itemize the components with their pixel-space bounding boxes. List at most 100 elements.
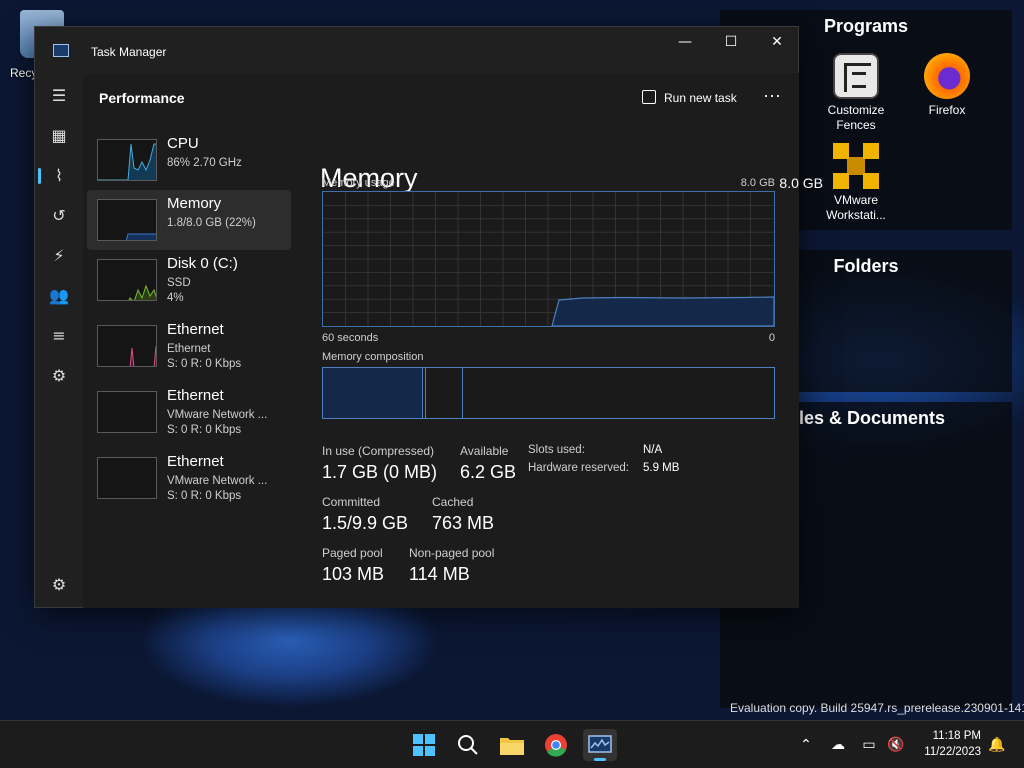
network-icon[interactable]: ▭ <box>859 735 879 755</box>
windows-logo-icon <box>413 734 435 756</box>
device-detail: Ethernet <box>167 343 211 355</box>
non-paged-pool-value: 114 MB <box>409 564 470 584</box>
shortcut-label: Customize Fences <box>827 103 885 132</box>
close-button[interactable]: ✕ <box>754 27 800 59</box>
device-name: Disk 0 (C:) <box>167 255 238 272</box>
task-manager-icon <box>53 44 69 57</box>
title-bar[interactable]: Task Manager — ☐ ✕ <box>35 27 798 73</box>
device-memory[interactable]: Memory 1.8/8.0 GB (22%) <box>87 190 291 250</box>
device-cpu[interactable]: CPU 86% 2.70 GHz <box>87 130 291 190</box>
device-detail: VMware Network ... <box>167 409 268 421</box>
paged-pool-value: 103 MB <box>322 564 385 584</box>
fences-icon <box>833 53 879 99</box>
device-ethernet-2[interactable]: Ethernet VMware Network ... S: 0 R: 0 Kb… <box>87 382 291 442</box>
hardware-reserved-label: Hardware reserved: <box>528 462 629 474</box>
device-name: Memory <box>167 195 222 212</box>
hamburger-icon[interactable]: ☰ <box>47 84 71 108</box>
task-manager-icon <box>588 735 612 753</box>
available-value: 6.2 GB <box>460 462 517 482</box>
disk-mini-graph <box>128 284 156 300</box>
device-ethernet-1[interactable]: Ethernet Ethernet S: 0 R: 0 Kbps <box>87 316 291 376</box>
device-disk[interactable]: Disk 0 (C:) SSD 4% <box>87 250 291 310</box>
cached-label: Cached <box>432 495 474 509</box>
clock-date[interactable]: 11/22/2023 <box>906 746 981 758</box>
device-detail: S: 0 R: 0 Kbps <box>167 358 242 370</box>
processes-icon[interactable]: ▦ <box>47 124 71 148</box>
taskbar: ⌃ ☁ ▭ 🔇 11:18 PM 11/22/2023 🔔 <box>0 720 1024 768</box>
vmware-icon <box>833 143 879 189</box>
cpu-thumbnail <box>97 139 157 181</box>
memory-total: 8.0 GB <box>779 175 823 191</box>
chrome-icon <box>545 734 567 757</box>
device-detail: 86% 2.70 GHz <box>167 157 242 169</box>
vmware-shortcut[interactable]: VMware Workstati... <box>811 143 901 223</box>
app-history-icon[interactable]: ↺ <box>47 204 71 228</box>
graph-x-right-label: 0 <box>768 332 775 344</box>
details-icon[interactable]: ≡ <box>47 324 71 348</box>
search-button[interactable] <box>451 729 485 761</box>
maximize-button[interactable]: ☐ <box>708 27 754 59</box>
slots-used-label: Slots used: <box>528 444 585 456</box>
shortcut-label: Firefox <box>928 103 966 117</box>
task-manager-window[interactable]: Task Manager — ☐ ✕ ☰ ▦ ⌇ ↺ ⚡ 👥 ≡ ⚙ ⚙ Per… <box>34 26 823 608</box>
hardware-reserved-value: 5.9 MB <box>643 462 680 474</box>
device-name: CPU <box>167 135 199 152</box>
memory-usage-svg <box>323 192 774 326</box>
device-name: Ethernet <box>167 387 224 404</box>
clock-time[interactable]: 11:18 PM <box>906 730 981 742</box>
cached-value: 763 MB <box>432 513 495 533</box>
page-title: Performance <box>99 90 185 106</box>
notification-bell-icon[interactable]: 🔔 <box>987 735 1007 755</box>
more-options-button[interactable]: ··· <box>759 85 785 111</box>
device-detail: 1.8/8.0 GB (22%) <box>167 217 256 229</box>
settings-icon[interactable]: ⚙ <box>47 573 71 597</box>
non-paged-pool-label: Non-paged pool <box>409 546 495 560</box>
device-detail: S: 0 R: 0 Kbps <box>167 490 242 502</box>
memory-composition-label: Memory composition <box>322 351 424 363</box>
in-use-value: 1.7 GB (0 MB) <box>322 462 438 482</box>
evaluation-watermark: Evaluation copy. Build 25947.rs_prerelea… <box>730 701 1024 715</box>
committed-label: Committed <box>322 495 381 509</box>
minimize-button[interactable]: — <box>662 27 708 59</box>
chrome-button[interactable] <box>539 729 573 761</box>
composition-in-use <box>323 368 423 418</box>
folder-icon <box>500 738 524 755</box>
paged-pool-label: Paged pool <box>322 546 383 560</box>
nav-rail: ☰ ▦ ⌇ ↺ ⚡ 👥 ≡ ⚙ ⚙ <box>35 73 83 608</box>
graph-x-left-label: 60 seconds <box>322 332 379 344</box>
task-manager-taskbar-button[interactable] <box>583 729 617 761</box>
memory-usage-label: Memory usage <box>322 177 395 189</box>
onedrive-icon[interactable]: ☁ <box>828 735 848 755</box>
start-button[interactable] <box>407 729 441 761</box>
memory-thumbnail <box>97 199 157 241</box>
memory-composition-bar <box>322 367 775 419</box>
device-ethernet-3[interactable]: Ethernet VMware Network ... S: 0 R: 0 Kb… <box>87 448 291 508</box>
nav-active-indicator <box>38 168 41 184</box>
ethernet-thumbnail <box>97 391 157 433</box>
ethernet-thumbnail <box>97 457 157 499</box>
run-task-icon <box>642 90 656 104</box>
ethernet-mini-graph <box>129 345 156 366</box>
memory-usage-max: 8.0 GB <box>740 177 775 189</box>
file-explorer-button[interactable] <box>495 729 529 761</box>
users-icon[interactable]: 👥 <box>47 284 71 308</box>
firefox-icon <box>924 53 970 99</box>
run-new-task-label: Run new task <box>664 91 737 105</box>
in-use-label: In use (Compressed) <box>322 444 435 458</box>
chevron-up-icon[interactable]: ⌃ <box>796 735 816 755</box>
ethernet-thumbnail <box>97 325 157 367</box>
services-icon[interactable]: ⚙ <box>47 364 71 388</box>
device-detail: SSD <box>167 277 191 289</box>
startup-apps-icon[interactable]: ⚡ <box>47 244 71 268</box>
memory-usage-area <box>551 296 774 326</box>
firefox-shortcut[interactable]: Firefox <box>902 53 992 118</box>
performance-icon[interactable]: ⌇ <box>47 164 71 188</box>
slots-used-value: N/A <box>643 444 663 456</box>
volume-muted-icon[interactable]: 🔇 <box>886 735 906 755</box>
memory-usage-graph <box>322 191 775 327</box>
cpu-mini-graph <box>98 143 156 180</box>
run-new-task-button[interactable]: Run new task <box>636 85 743 111</box>
customize-fences-shortcut[interactable]: Customize Fences <box>811 53 901 133</box>
disk-thumbnail <box>97 259 157 301</box>
device-detail: VMware Network ... <box>167 475 268 487</box>
